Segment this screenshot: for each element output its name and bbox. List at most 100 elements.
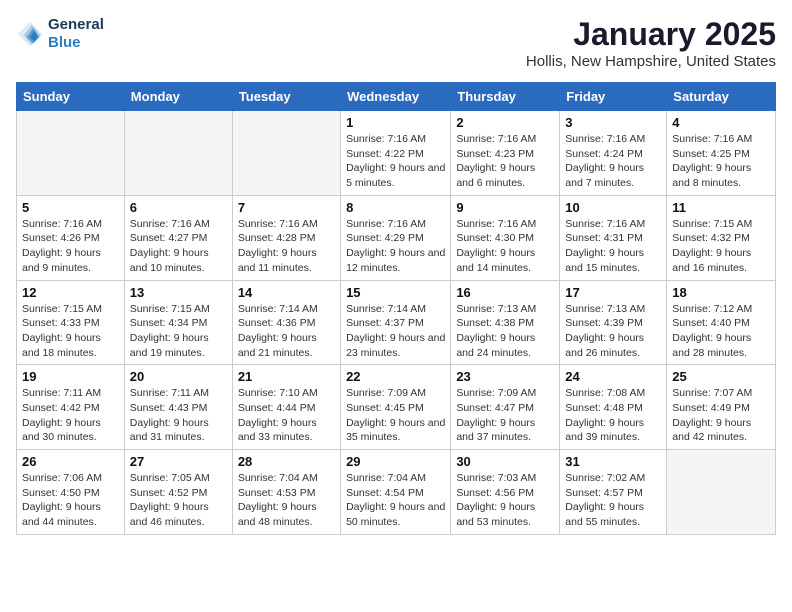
calendar-week-row: 12Sunrise: 7:15 AM Sunset: 4:33 PM Dayli… [17,280,776,365]
day-info: Sunrise: 7:13 AM Sunset: 4:39 PM Dayligh… [565,302,661,361]
day-number: 10 [565,200,661,215]
day-info: Sunrise: 7:15 AM Sunset: 4:34 PM Dayligh… [130,302,227,361]
day-info: Sunrise: 7:09 AM Sunset: 4:47 PM Dayligh… [456,386,554,445]
calendar-cell [667,450,776,535]
day-info: Sunrise: 7:02 AM Sunset: 4:57 PM Dayligh… [565,471,661,530]
day-info: Sunrise: 7:04 AM Sunset: 4:53 PM Dayligh… [238,471,335,530]
day-number: 22 [346,369,445,384]
day-number: 29 [346,454,445,469]
day-number: 15 [346,285,445,300]
day-number: 26 [22,454,119,469]
weekday-header: Sunday [17,83,125,111]
day-number: 14 [238,285,335,300]
day-info: Sunrise: 7:14 AM Sunset: 4:37 PM Dayligh… [346,302,445,361]
day-info: Sunrise: 7:16 AM Sunset: 4:31 PM Dayligh… [565,217,661,276]
calendar-cell: 17 Sunrise: 7:13 AM Sunset: 4:39 PM Dayli… [560,280,667,365]
day-number: 3 [565,115,661,130]
day-number: 7 [238,200,335,215]
calendar-cell: 7 Sunrise: 7:16 AM Sunset: 4:28 PM Daylig… [232,195,340,280]
logo-icon [16,20,44,48]
day-number: 8 [346,200,445,215]
day-info: Sunrise: 7:06 AM Sunset: 4:50 PM Dayligh… [22,471,119,530]
day-number: 17 [565,285,661,300]
day-number: 5 [22,200,119,215]
calendar-cell: 20Sunrise: 7:11 AM Sunset: 4:43 PM Dayli… [124,365,232,450]
day-number: 6 [130,200,227,215]
day-info: Sunrise: 7:16 AM Sunset: 4:25 PM Dayligh… [672,132,770,191]
day-info: Sunrise: 7:13 AM Sunset: 4:38 PM Dayligh… [456,302,554,361]
day-info: Sunrise: 7:03 AM Sunset: 4:56 PM Dayligh… [456,471,554,530]
day-info: Sunrise: 7:07 AM Sunset: 4:49 PM Dayligh… [672,386,770,445]
calendar-week-row: 26 Sunrise: 7:06 AM Sunset: 4:50 PM Dayli… [17,450,776,535]
calendar-cell: 29 Sunrise: 7:04 AM Sunset: 4:54 PM Dayli… [341,450,451,535]
day-info: Sunrise: 7:11 AM Sunset: 4:42 PM Dayligh… [22,386,119,445]
calendar-cell: 21Sunrise: 7:10 AM Sunset: 4:44 PM Dayli… [232,365,340,450]
calendar-table: SundayMondayTuesdayWednesdayThursdayFrid… [16,82,776,535]
calendar-cell: 13 Sunrise: 7:15 AM Sunset: 4:34 PM Dayli… [124,280,232,365]
day-info: Sunrise: 7:14 AM Sunset: 4:36 PM Dayligh… [238,302,335,361]
day-info: Sunrise: 7:16 AM Sunset: 4:22 PM Dayligh… [346,132,445,191]
day-number: 24 [565,369,661,384]
day-number: 25 [672,369,770,384]
calendar-cell: 31 Sunrise: 7:02 AM Sunset: 4:57 PM Dayli… [560,450,667,535]
day-info: Sunrise: 7:16 AM Sunset: 4:29 PM Dayligh… [346,217,445,276]
calendar-week-row: 19 Sunrise: 7:11 AM Sunset: 4:42 PM Dayli… [17,365,776,450]
calendar-cell: 23 Sunrise: 7:09 AM Sunset: 4:47 PM Dayli… [451,365,560,450]
day-info: Sunrise: 7:11 AM Sunset: 4:43 PM Dayligh… [130,386,227,445]
day-number: 16 [456,285,554,300]
calendar-cell: 15 Sunrise: 7:14 AM Sunset: 4:37 PM Dayli… [341,280,451,365]
calendar-cell: 12Sunrise: 7:15 AM Sunset: 4:33 PM Dayli… [17,280,125,365]
day-number: 11 [672,200,770,215]
day-number: 30 [456,454,554,469]
calendar-cell: 18Sunrise: 7:12 AM Sunset: 4:40 PM Dayli… [667,280,776,365]
day-number: 27 [130,454,227,469]
calendar-cell: 2Sunrise: 7:16 AM Sunset: 4:23 PM Daylig… [451,111,560,196]
day-info: Sunrise: 7:08 AM Sunset: 4:48 PM Dayligh… [565,386,661,445]
day-info: Sunrise: 7:10 AM Sunset: 4:44 PM Dayligh… [238,386,335,445]
day-number: 28 [238,454,335,469]
calendar-cell: 5Sunrise: 7:16 AM Sunset: 4:26 PM Daylig… [17,195,125,280]
logo: General Blue [16,16,104,52]
calendar-cell: 9Sunrise: 7:16 AM Sunset: 4:30 PM Daylig… [451,195,560,280]
day-info: Sunrise: 7:16 AM Sunset: 4:28 PM Dayligh… [238,217,335,276]
calendar-cell [232,111,340,196]
weekday-header: Friday [560,83,667,111]
calendar-cell: 19 Sunrise: 7:11 AM Sunset: 4:42 PM Dayli… [17,365,125,450]
day-number: 13 [130,285,227,300]
calendar-week-row: 5Sunrise: 7:16 AM Sunset: 4:26 PM Daylig… [17,195,776,280]
weekday-header: Tuesday [232,83,340,111]
day-number: 12 [22,285,119,300]
weekday-header: Thursday [451,83,560,111]
day-info: Sunrise: 7:16 AM Sunset: 4:27 PM Dayligh… [130,217,227,276]
calendar-cell: 28 Sunrise: 7:04 AM Sunset: 4:53 PM Dayli… [232,450,340,535]
weekday-header: Monday [124,83,232,111]
day-number: 23 [456,369,554,384]
day-info: Sunrise: 7:16 AM Sunset: 4:30 PM Dayligh… [456,217,554,276]
calendar-cell: 8 Sunrise: 7:16 AM Sunset: 4:29 PM Daylig… [341,195,451,280]
calendar-cell [17,111,125,196]
location: Hollis, New Hampshire, United States [526,53,776,70]
calendar-cell: 14 Sunrise: 7:14 AM Sunset: 4:36 PM Dayli… [232,280,340,365]
calendar-cell: 26 Sunrise: 7:06 AM Sunset: 4:50 PM Dayli… [17,450,125,535]
day-number: 2 [456,115,554,130]
page-header: General Blue January 2025 Hollis, New Ha… [16,16,776,70]
calendar-cell: 24 Sunrise: 7:08 AM Sunset: 4:48 PM Dayli… [560,365,667,450]
day-number: 19 [22,369,119,384]
calendar-cell: 27 Sunrise: 7:05 AM Sunset: 4:52 PM Dayli… [124,450,232,535]
day-info: Sunrise: 7:15 AM Sunset: 4:32 PM Dayligh… [672,217,770,276]
day-info: Sunrise: 7:12 AM Sunset: 4:40 PM Dayligh… [672,302,770,361]
calendar-cell: 16 Sunrise: 7:13 AM Sunset: 4:38 PM Dayli… [451,280,560,365]
day-number: 1 [346,115,445,130]
day-info: Sunrise: 7:04 AM Sunset: 4:54 PM Dayligh… [346,471,445,530]
day-info: Sunrise: 7:05 AM Sunset: 4:52 PM Dayligh… [130,471,227,530]
day-number: 31 [565,454,661,469]
logo-text: General Blue [48,16,104,52]
weekday-header: Wednesday [341,83,451,111]
calendar-cell: 6 Sunrise: 7:16 AM Sunset: 4:27 PM Daylig… [124,195,232,280]
weekday-header: Saturday [667,83,776,111]
calendar-week-row: 1 Sunrise: 7:16 AM Sunset: 4:22 PM Daylig… [17,111,776,196]
calendar-cell: 4Sunrise: 7:16 AM Sunset: 4:25 PM Daylig… [667,111,776,196]
calendar-cell: 30 Sunrise: 7:03 AM Sunset: 4:56 PM Dayli… [451,450,560,535]
calendar-cell: 11 Sunrise: 7:15 AM Sunset: 4:32 PM Dayli… [667,195,776,280]
calendar-cell: 3Sunrise: 7:16 AM Sunset: 4:24 PM Daylig… [560,111,667,196]
